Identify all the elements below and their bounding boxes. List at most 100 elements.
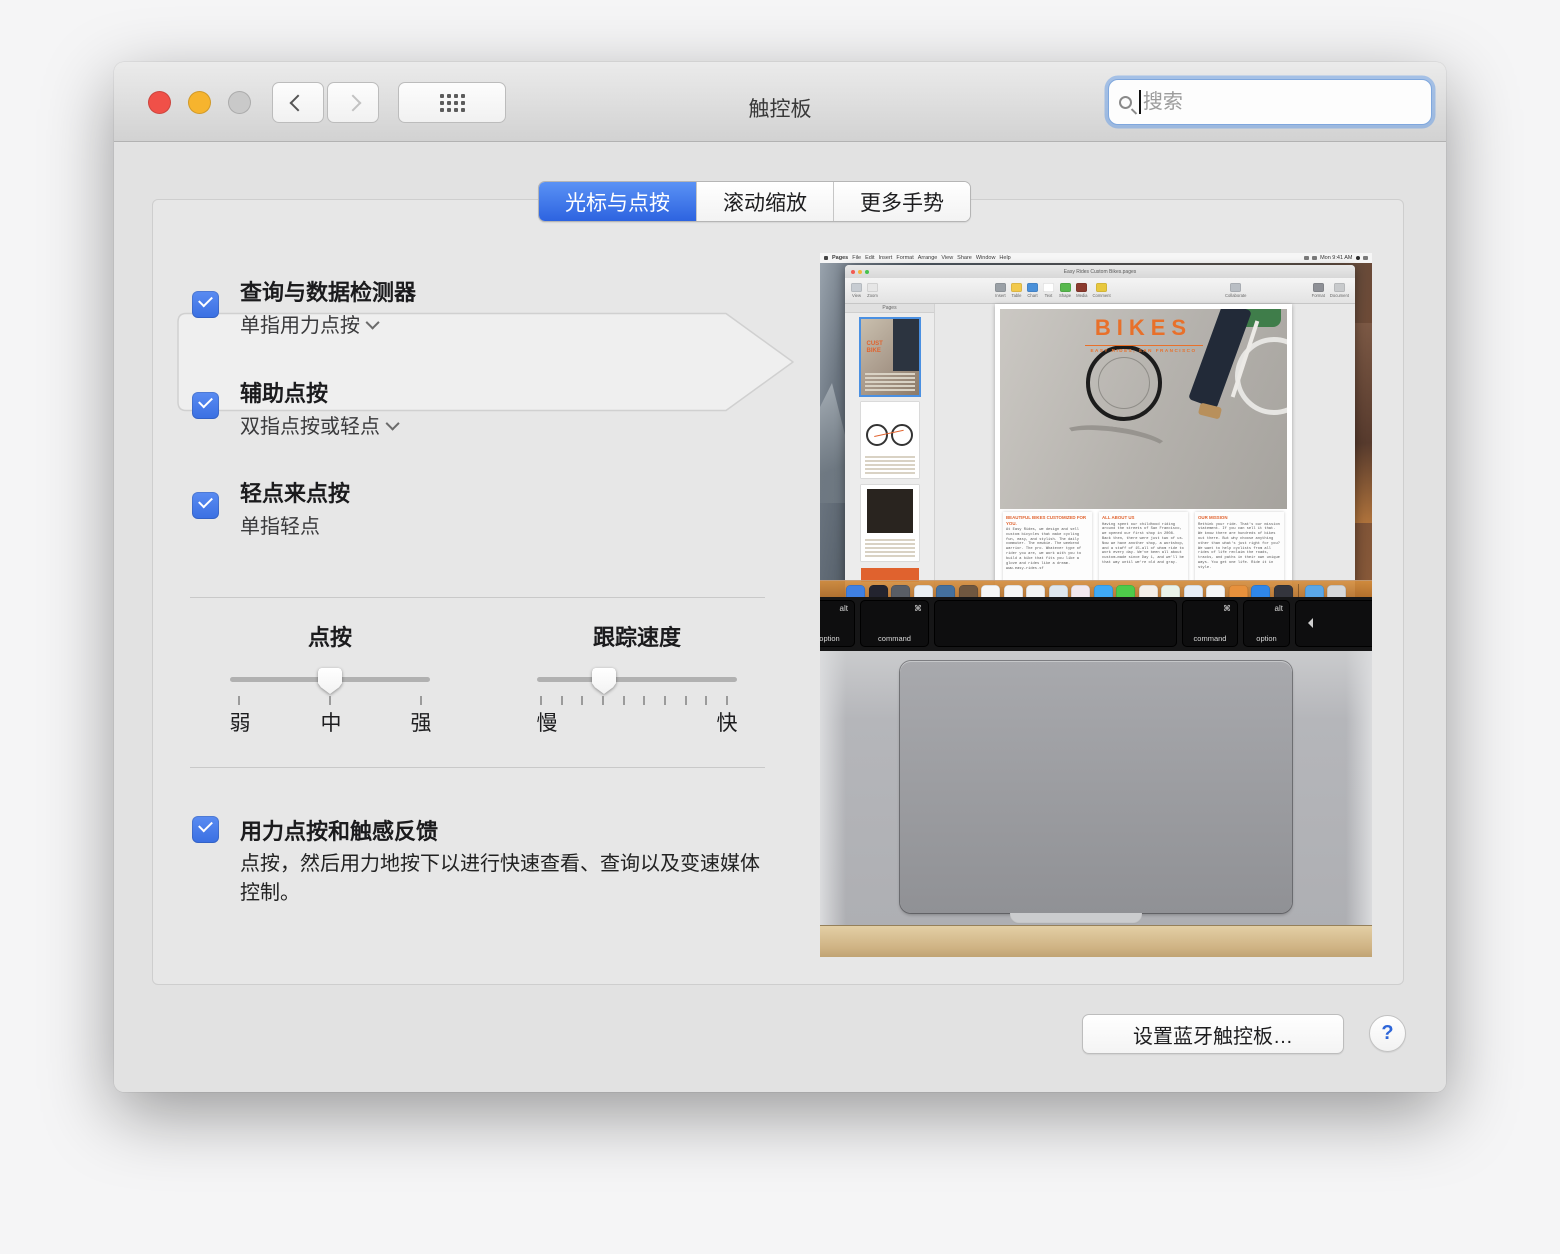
doc-columns: BEAUTIFUL BIKES CUSTOMIZED FOR YOU.At Ea…	[1003, 512, 1284, 582]
toolbar-button-view[interactable]: View	[851, 283, 862, 298]
lookup-dropdown[interactable]: 单指用力点按	[240, 309, 379, 338]
toolbar-button-chart[interactable]: Chart	[1027, 283, 1038, 298]
toolbar-label: Comment	[1093, 293, 1111, 298]
menu-item[interactable]: Edit	[865, 255, 874, 261]
divider	[190, 597, 765, 598]
tab-more-gestures[interactable]: 更多手势	[833, 182, 970, 221]
secondary-click-subtitle: 双指点按或轻点	[240, 410, 380, 439]
help-button[interactable]: ?	[1369, 1015, 1406, 1052]
siri-icon	[1356, 256, 1361, 261]
tracking-tick-slow: 慢	[537, 707, 558, 737]
toolbar-label: Insert	[995, 293, 1005, 298]
search-field[interactable]	[1108, 79, 1432, 125]
command-key-left: ⌘ command	[860, 600, 929, 647]
demo-app-name: Pages	[832, 255, 848, 261]
divider	[190, 767, 765, 768]
collaborate-icon	[1230, 283, 1241, 292]
toolbar-button-document[interactable]: Document	[1330, 283, 1349, 298]
toolbar-label: Format	[1312, 293, 1325, 298]
chevron-down-icon	[386, 416, 400, 430]
menu-item[interactable]: File	[852, 255, 861, 261]
tap-to-click-title: 轻点来点按	[240, 476, 350, 508]
tap-to-click-checkbox[interactable]	[192, 492, 219, 519]
secondary-click-checkbox[interactable]	[192, 392, 219, 419]
force-click-title: 用力点按和触感反馈	[240, 814, 438, 846]
toolbar-label: Table	[1011, 293, 1021, 298]
demo-doc-heading: BIKES	[1000, 315, 1287, 341]
toolbar-button-text[interactable]: Text	[1043, 283, 1054, 298]
toolbar-button-comment[interactable]: Comment	[1093, 283, 1111, 298]
toolbar-label: Media	[1076, 293, 1087, 298]
demo-doc-subheading: EASY RIDES, SAN FRANCISCO	[1000, 348, 1287, 353]
demo-window-titlebar: Easy Rides Custom Bikes.pages	[845, 265, 1355, 278]
chevron-down-icon	[366, 315, 380, 329]
menu-item[interactable]: Window	[976, 255, 996, 261]
toolbar-label: Document	[1330, 293, 1349, 298]
lookup-checkbox[interactable]	[192, 291, 219, 318]
view-icon	[851, 283, 862, 292]
doc-column: ALL ABOUT US Having spent our childhood r…	[1099, 512, 1188, 582]
tracking-slider-thumb[interactable]	[592, 668, 616, 694]
space-bar	[934, 600, 1177, 647]
click-tick-firm: 强	[411, 707, 432, 737]
command-key-right: ⌘ command	[1182, 600, 1238, 647]
demo-keyboard-row: alt option ⌘ command ⌘ command alt optio…	[820, 597, 1372, 651]
toolbar-button-format[interactable]: Format	[1312, 283, 1325, 298]
shape-icon	[1060, 283, 1071, 292]
toolbar-button-table[interactable]: Table	[1011, 283, 1022, 298]
demo-desktop: Easy Rides Custom Bikes.pages View Zoom I…	[820, 263, 1372, 597]
toolbar-button-insert[interactable]: Insert	[995, 283, 1006, 298]
insert-icon	[995, 283, 1006, 292]
menu-item[interactable]: Format	[896, 255, 913, 261]
menu-item[interactable]: View	[941, 255, 953, 261]
bike-shadow	[1058, 419, 1171, 464]
menu-item[interactable]: Insert	[879, 255, 893, 261]
comment-icon	[1096, 283, 1107, 292]
preview-menu-items: File Edit InsertFormat ArrangeView Share Wind…	[852, 255, 1011, 261]
toolbar-button-media[interactable]: Media	[1076, 283, 1087, 298]
menu-item[interactable]: Help	[999, 255, 1010, 261]
demo-pages-sidebar: Pages CUST BIKE	[845, 304, 935, 597]
demo-sidebar-label: Pages	[845, 304, 934, 313]
force-click-checkbox[interactable]	[192, 816, 219, 843]
toolbar-group-right: Format Document	[1312, 283, 1349, 298]
tracking-tick-fast: 快	[717, 707, 738, 737]
toolbar-button-zoom[interactable]: Zoom	[867, 283, 878, 298]
menu-item[interactable]: Share	[957, 255, 972, 261]
click-slider-thumb[interactable]	[318, 668, 342, 694]
demo-trackpad	[900, 661, 1292, 913]
doc-column: BEAUTIFUL BIKES CUSTOMIZED FOR YOU.At Ea…	[1003, 512, 1092, 582]
demo-toolbar: View Zoom Insert Table Chart Text Shape Media C…	[845, 278, 1355, 304]
bike-photo: BIKES EASY RIDES, SAN FRANCISCO	[1000, 309, 1287, 509]
doc-column-body: Having spent our childhood riding around…	[1102, 523, 1185, 566]
toolbar-group-mid: Insert Table Chart Text Shape Media Comment	[995, 283, 1111, 298]
page-thumbnail-2	[861, 402, 919, 478]
demo-document-title: Easy Rides Custom Bikes.pages	[845, 269, 1355, 275]
doc-column: OUR MISSIONRethink your ride. That's our…	[1195, 512, 1284, 582]
tracking-slider-ticks	[540, 696, 728, 705]
tab-scroll-and-zoom[interactable]: 滚动缩放	[696, 182, 833, 221]
tap-to-click-subtitle: 单指轻点	[240, 510, 320, 539]
tab-point-and-click[interactable]: 光标与点按	[539, 182, 696, 221]
tracking-slider-track[interactable]	[537, 677, 737, 682]
chart-icon	[1027, 283, 1038, 292]
text-caret	[1139, 90, 1141, 114]
toolbar-label: Chart	[1027, 293, 1037, 298]
toolbar-label: Shape	[1059, 293, 1071, 298]
notification-center-icon	[1363, 256, 1368, 260]
setup-bluetooth-trackpad-button[interactable]: 设置蓝牙触控板…	[1082, 1014, 1344, 1054]
toolbar-label: View	[852, 293, 861, 298]
gesture-demo-video: Pages FileEditInsertFormatArrangeViewSha…	[820, 253, 1372, 957]
toolbar-button-shape[interactable]: Shape	[1059, 283, 1071, 298]
toolbar-button-collaborate[interactable]: Collaborate	[1225, 283, 1246, 298]
toolbar-label: Collaborate	[1225, 293, 1246, 298]
doc-column-heading: ALL ABOUT US	[1102, 515, 1185, 521]
search-input[interactable]	[1143, 91, 1421, 114]
media-icon	[1076, 283, 1087, 292]
demo-menu-bar: Pages File Edit InsertFormat ArrangeView Sha…	[820, 253, 1372, 263]
secondary-click-dropdown[interactable]: 双指点按或轻点	[240, 410, 399, 439]
menu-item[interactable]: Arrange	[918, 255, 938, 261]
tab-bar: 光标与点按 滚动缩放 更多手势	[538, 181, 971, 222]
demo-lid-notch	[1010, 913, 1142, 924]
rider-shoe	[1198, 403, 1222, 420]
